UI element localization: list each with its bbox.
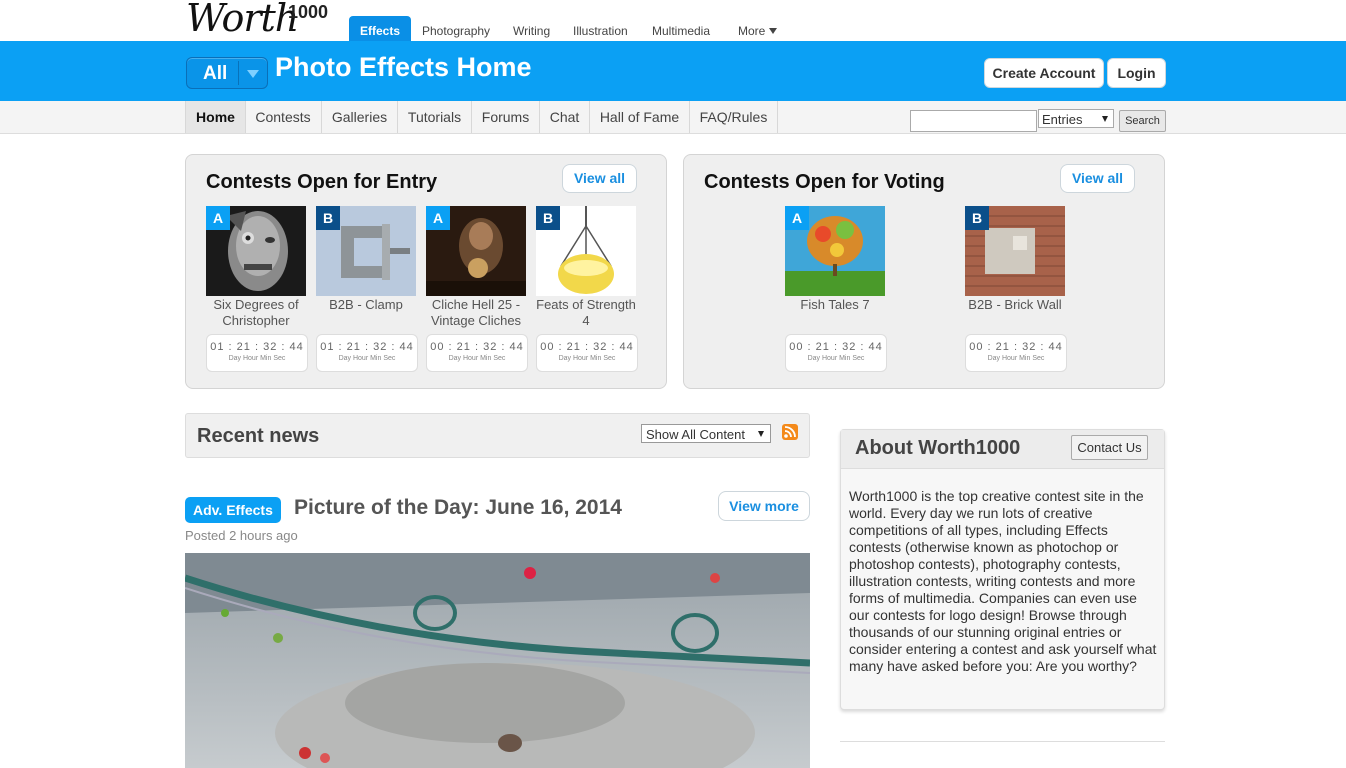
- nav-galleries[interactable]: Galleries: [322, 101, 398, 133]
- entry-view-all-button[interactable]: View all: [562, 164, 637, 193]
- contact-us-button[interactable]: Contact Us: [1071, 435, 1148, 460]
- timer-value: 00 : 21 : 32 : 44: [789, 341, 883, 353]
- nav-contests[interactable]: Contests: [245, 101, 322, 133]
- logo-word: Worth: [186, 0, 299, 40]
- timer-value: 01 : 21 : 32 : 44: [320, 341, 414, 353]
- hero-photo: [185, 553, 810, 768]
- contest-thumbnail[interactable]: B: [316, 206, 416, 296]
- contest-badge: A: [206, 206, 230, 230]
- scope-label: All: [203, 63, 228, 84]
- countdown-timer: 00 : 21 : 32 : 44 Day Hour Min Sec: [536, 334, 638, 372]
- scope-dropdown[interactable]: All: [186, 57, 268, 89]
- contest-thumbnail[interactable]: A: [426, 206, 526, 296]
- tab-illustration[interactable]: Illustration: [573, 18, 628, 41]
- search-button[interactable]: Search: [1119, 110, 1166, 132]
- search-type-select[interactable]: Entries: [1038, 109, 1114, 128]
- contest-badge: A: [785, 206, 809, 230]
- page-title: Photo Effects Home: [275, 52, 532, 82]
- voting-view-all-button[interactable]: View all: [1060, 164, 1135, 193]
- nav-forums[interactable]: Forums: [472, 101, 540, 133]
- content-filter-value: Show All Content: [646, 427, 746, 442]
- tab-more-label: More: [738, 24, 766, 38]
- countdown-timer: 00 : 21 : 32 : 44 Day Hour Min Sec: [785, 334, 887, 372]
- chevron-down-icon: [1102, 116, 1108, 122]
- contest-title[interactable]: Fish Tales 7: [780, 297, 890, 313]
- timer-units: Day Hour Min Sec: [807, 355, 865, 362]
- contest-thumbnail[interactable]: A: [206, 206, 306, 296]
- nav-hall-of-fame[interactable]: Hall of Fame: [590, 101, 690, 133]
- post-timestamp: Posted 2 hours ago: [185, 528, 298, 543]
- chevron-down-icon: [769, 28, 778, 34]
- site-logo[interactable]: Worth 1000: [186, 0, 346, 40]
- sidebar-divider: [840, 741, 1165, 742]
- contest-badge: B: [536, 206, 560, 230]
- contest-title[interactable]: Feats of Strength 4: [531, 297, 641, 329]
- contest-title[interactable]: Six Degrees of Christopher: [201, 297, 311, 329]
- search-type-value: Entries: [1042, 112, 1083, 127]
- contest-title[interactable]: B2B - Brick Wall: [960, 297, 1070, 313]
- create-account-button[interactable]: Create Account: [984, 58, 1104, 88]
- search-input[interactable]: [910, 110, 1037, 132]
- timer-value: 00 : 21 : 32 : 44: [969, 341, 1063, 353]
- tab-photography[interactable]: Photography: [422, 18, 490, 41]
- post-title[interactable]: Picture of the Day: June 16, 2014: [294, 496, 622, 520]
- rss-glyph: [784, 426, 796, 438]
- contest-badge: A: [426, 206, 450, 230]
- nav-tutorials[interactable]: Tutorials: [398, 101, 472, 133]
- nav-faq-rules[interactable]: FAQ/Rules: [690, 101, 778, 133]
- tab-multimedia[interactable]: Multimedia: [652, 18, 710, 41]
- view-more-button[interactable]: View more: [718, 491, 810, 521]
- timer-value: 01 : 21 : 32 : 44: [210, 341, 304, 353]
- contest-thumbnail[interactable]: B: [965, 206, 1065, 296]
- nav-chat[interactable]: Chat: [540, 101, 590, 133]
- timer-value: 00 : 21 : 32 : 44: [430, 341, 524, 353]
- tab-more[interactable]: More: [738, 18, 778, 41]
- content-filter-select[interactable]: Show All Content: [641, 424, 771, 443]
- timer-units: Day Hour Min Sec: [448, 355, 506, 362]
- nav-home[interactable]: Home: [185, 101, 246, 133]
- rss-icon[interactable]: [782, 424, 798, 440]
- chevron-down-icon: [247, 70, 259, 78]
- contest-badge: B: [316, 206, 340, 230]
- countdown-timer: 01 : 21 : 32 : 44 Day Hour Min Sec: [206, 334, 308, 372]
- post-image[interactable]: [185, 553, 810, 768]
- timer-units: Day Hour Min Sec: [558, 355, 616, 362]
- about-text: Worth1000 is the top creative contest si…: [849, 488, 1157, 674]
- logo-number: 1000: [288, 2, 329, 22]
- timer-units: Day Hour Min Sec: [338, 355, 396, 362]
- chevron-down-icon: [758, 431, 764, 437]
- scope-divider: [238, 61, 239, 85]
- category-tag[interactable]: Adv. Effects: [185, 497, 281, 523]
- about-title: About Worth1000: [855, 437, 1021, 459]
- timer-units: Day Hour Min Sec: [987, 355, 1045, 362]
- recent-news-title: Recent news: [197, 425, 320, 447]
- voting-panel-title: Contests Open for Voting: [704, 171, 945, 193]
- timer-units: Day Hour Min Sec: [228, 355, 286, 362]
- countdown-timer: 01 : 21 : 32 : 44 Day Hour Min Sec: [316, 334, 418, 372]
- timer-value: 00 : 21 : 32 : 44: [540, 341, 634, 353]
- contest-title[interactable]: Cliche Hell 25 - Vintage Cliches: [421, 297, 531, 329]
- contest-thumbnail[interactable]: B: [536, 206, 636, 296]
- tab-effects[interactable]: Effects: [349, 16, 412, 41]
- contest-badge: B: [965, 206, 989, 230]
- entry-panel-title: Contests Open for Entry: [206, 171, 438, 193]
- tab-writing[interactable]: Writing: [513, 18, 550, 41]
- contest-thumbnail[interactable]: A: [785, 206, 885, 296]
- countdown-timer: 00 : 21 : 32 : 44 Day Hour Min Sec: [426, 334, 528, 372]
- login-button[interactable]: Login: [1107, 58, 1166, 88]
- countdown-timer: 00 : 21 : 32 : 44 Day Hour Min Sec: [965, 334, 1067, 372]
- contest-title[interactable]: B2B - Clamp: [311, 297, 421, 313]
